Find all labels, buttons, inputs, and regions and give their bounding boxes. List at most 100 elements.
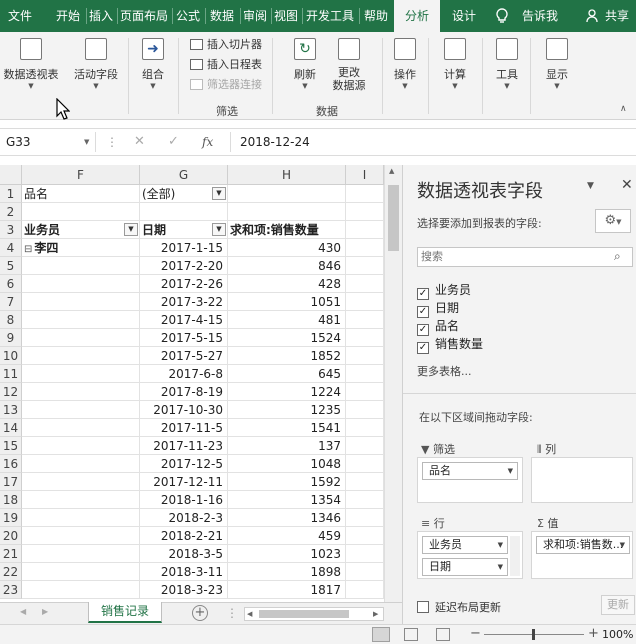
filter-field-pill[interactable]: 品名 ▼	[422, 462, 518, 480]
zoom-out-icon[interactable]: −	[470, 626, 481, 641]
cell-g[interactable]: 2018-3-11	[140, 563, 228, 581]
formula-input[interactable]: 2018-12-24	[240, 132, 310, 152]
cell-h[interactable]: 1224	[228, 383, 346, 401]
cell-h[interactable]	[228, 203, 346, 221]
cell-h[interactable]: 428	[228, 275, 346, 293]
rows-area[interactable]: 业务员 ▼ 日期 ▼	[417, 531, 523, 579]
field-item[interactable]: ✓ 销售数量	[417, 335, 483, 354]
share-button[interactable]: 共享	[600, 0, 634, 32]
cell-g[interactable]: 2017-12-5	[140, 455, 228, 473]
cell-i[interactable]	[346, 311, 384, 329]
normal-view-icon[interactable]	[372, 627, 390, 642]
defer-update-checkbox[interactable]: 延迟布局更新	[417, 599, 501, 615]
cell-h[interactable]: 1235	[228, 401, 346, 419]
zoom-slider-thumb[interactable]	[532, 629, 535, 640]
row-header[interactable]: 2	[0, 203, 22, 221]
prev-sheet-icon[interactable]: ◀	[20, 607, 26, 616]
group-button[interactable]: ➜ 组合 ▼	[136, 38, 170, 90]
salesperson-dropdown-icon[interactable]: ▼	[124, 223, 138, 236]
h-scroll-thumb[interactable]	[259, 610, 349, 618]
tab-view[interactable]: 视图	[271, 0, 301, 32]
cell-h[interactable]: 137	[228, 437, 346, 455]
cell-g[interactable]: 2017-11-23	[140, 437, 228, 455]
tab-review[interactable]: 审阅	[240, 0, 270, 32]
tab-file[interactable]: 文件	[0, 0, 40, 32]
page-layout-view-icon[interactable]	[404, 628, 418, 641]
rows-scrollbar[interactable]	[510, 536, 520, 576]
cell-g[interactable]: 2017-6-8	[140, 365, 228, 383]
zoom-in-icon[interactable]: +	[588, 626, 599, 641]
cell-f[interactable]	[22, 293, 140, 311]
cell-f[interactable]	[22, 275, 140, 293]
column-header-g[interactable]: G	[140, 165, 228, 185]
cell-h[interactable]: 1023	[228, 545, 346, 563]
tell-me[interactable]: 告诉我	[518, 0, 562, 32]
cell-i[interactable]	[346, 509, 384, 527]
cell-f[interactable]	[22, 455, 140, 473]
row-header[interactable]: 4	[0, 239, 22, 257]
columns-area[interactable]	[531, 457, 633, 503]
gear-icon[interactable]: ⚙▼	[595, 209, 631, 233]
add-sheet-icon[interactable]: +	[192, 605, 208, 621]
tab-design[interactable]: 设计	[444, 0, 484, 32]
cell-g[interactable]: 2017-5-27	[140, 347, 228, 365]
worksheet-grid[interactable]: F G H I 1 品名 (全部) 2 3 业务员 日期 求和项:销售数量 4 ⊟ 李四 2017-1…	[0, 165, 384, 602]
values-area[interactable]: 求和项:销售数... ▼	[531, 531, 633, 579]
cell-f[interactable]	[22, 419, 140, 437]
show-button[interactable]: 显示 ▼	[540, 38, 574, 90]
cell-h[interactable]: 846	[228, 257, 346, 275]
more-tables-link[interactable]: 更多表格...	[417, 363, 472, 379]
page-break-view-icon[interactable]	[436, 628, 450, 641]
cell-g[interactable]: 2017-8-19	[140, 383, 228, 401]
tools-button[interactable]: 工具 ▼	[490, 38, 524, 90]
cell-g[interactable]: 2017-4-15	[140, 311, 228, 329]
cell-i[interactable]	[346, 545, 384, 563]
pivot-table-button[interactable]: 数据透视表 ▼	[2, 38, 60, 90]
row-header[interactable]: 17	[0, 473, 22, 491]
filters-area[interactable]: 品名 ▼	[417, 457, 523, 503]
cell-h[interactable]: 1852	[228, 347, 346, 365]
insert-slicer-button[interactable]: 插入切片器	[190, 36, 262, 54]
cell-g[interactable]: 2018-3-23	[140, 581, 228, 599]
scroll-right-icon[interactable]: ▶	[373, 608, 378, 620]
cell-g[interactable]: 2017-12-11	[140, 473, 228, 491]
cell-f[interactable]	[22, 563, 140, 581]
cell-h[interactable]: 481	[228, 311, 346, 329]
cell-f[interactable]	[22, 473, 140, 491]
change-data-source-button[interactable]: 更改 数据源	[326, 38, 372, 92]
filter-dropdown-icon[interactable]: ▼	[212, 187, 226, 200]
scroll-left-icon[interactable]: ◀	[247, 608, 252, 620]
cell-i[interactable]	[346, 491, 384, 509]
scroll-thumb[interactable]	[388, 185, 399, 251]
cell-i[interactable]	[346, 329, 384, 347]
row-header[interactable]: 21	[0, 545, 22, 563]
cell-h[interactable]: 1524	[228, 329, 346, 347]
row-header[interactable]: 16	[0, 455, 22, 473]
sheet-tab-sales-records[interactable]: 销售记录	[88, 602, 162, 623]
row-header[interactable]: 6	[0, 275, 22, 293]
row-header[interactable]: 10	[0, 347, 22, 365]
cell-i[interactable]	[346, 455, 384, 473]
zoom-level[interactable]: 100%	[602, 628, 633, 641]
scroll-up-icon[interactable]: ▲	[389, 167, 394, 175]
select-all-corner[interactable]	[0, 165, 22, 185]
checkbox[interactable]: ✓	[417, 342, 429, 354]
date-dropdown-icon[interactable]: ▼	[212, 223, 226, 236]
cell-h[interactable]: 430	[228, 239, 346, 257]
row-header[interactable]: 20	[0, 527, 22, 545]
row-header[interactable]: 23	[0, 581, 22, 599]
cell-h[interactable]: 1592	[228, 473, 346, 491]
cell-g[interactable]: 2018-2-21	[140, 527, 228, 545]
cell-i[interactable]	[346, 257, 384, 275]
cell-f[interactable]	[22, 347, 140, 365]
cell-i[interactable]	[346, 221, 384, 239]
tab-home[interactable]: 开始	[50, 0, 86, 32]
cell-g[interactable]: 2017-11-5	[140, 419, 228, 437]
cell-i[interactable]	[346, 419, 384, 437]
tab-developer[interactable]: 开发工具	[302, 0, 358, 32]
lightbulb-icon[interactable]	[496, 8, 508, 24]
cell-i[interactable]	[346, 347, 384, 365]
tab-formulas[interactable]: 公式	[172, 0, 204, 32]
search-box[interactable]: ⌕	[417, 247, 633, 267]
cell-f[interactable]	[22, 311, 140, 329]
